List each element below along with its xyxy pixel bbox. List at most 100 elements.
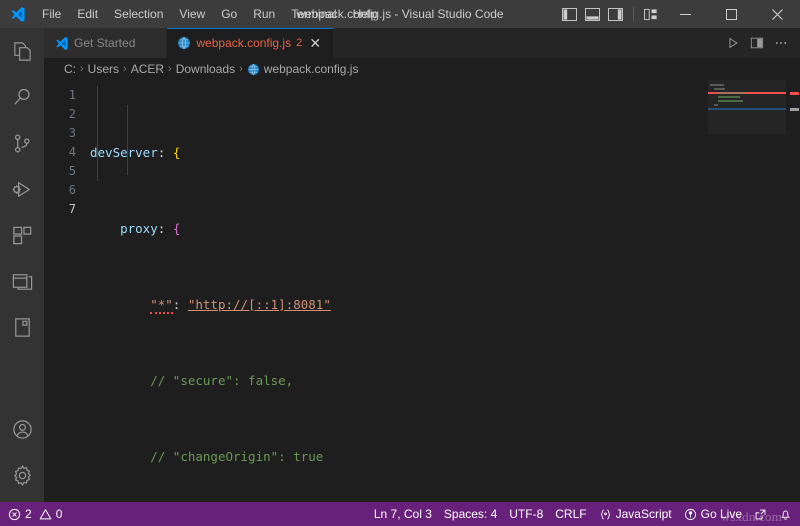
breadcrumb-item-acer[interactable]: ACER [131,62,164,76]
menu-item-file[interactable]: File [34,0,69,28]
activitybar-item-search[interactable] [0,74,44,120]
line-number: 5 [44,162,90,181]
line-number: 3 [44,124,90,143]
breadcrumb-item-users[interactable]: Users [88,62,119,76]
activity-bar [0,28,44,502]
line-number-gutter: 1 2 3 4 5 6 7 [44,80,90,502]
activity-bar-bottom [0,406,44,502]
token-colon: : [173,297,188,312]
line-number-active: 7 [44,200,90,219]
toggle-panel-icon[interactable] [584,7,601,22]
token-url-string[interactable]: "http://[::1]:8081" [188,297,331,312]
toggle-secondary-sidebar-icon[interactable] [607,7,624,22]
extensions-icon [11,224,34,247]
token-property: proxy [120,221,158,236]
vscode-logo-icon [0,6,34,23]
error-circle-icon [8,508,21,521]
error-count: 2 [25,507,32,521]
code-editor[interactable]: 1 2 3 4 5 6 7 devServer: { proxy: { [44,80,800,502]
tab-get-started[interactable]: Get Started ✕ [44,28,167,58]
warning-count: 0 [56,507,63,521]
tab-label: Get Started [74,36,135,50]
menu-item-run[interactable]: Run [245,0,283,28]
menu-item-view[interactable]: View [171,0,213,28]
toggle-primary-sidebar-icon[interactable] [561,7,578,22]
token-colon: : [158,145,173,160]
breadcrumb-item-drive[interactable]: C: [64,62,76,76]
status-open-remote-window[interactable] [748,503,773,525]
code-line-3: "*": "http://[::1]:8081" [90,295,800,314]
status-notifications[interactable] [773,503,798,525]
breadcrumb-file-label: webpack.config.js [264,62,359,76]
breadcrumb: C: › Users › ACER › Downloads › [44,58,800,80]
breadcrumb-separator: › [168,63,172,75]
activitybar-item-extensions[interactable] [0,212,44,258]
js-map-icon [177,36,191,50]
code-line-4: // "secure": false, [90,371,800,390]
minimap-line [718,100,743,102]
status-editor-encoding[interactable]: UTF-8 [503,503,549,525]
minimap-line [718,92,746,94]
maximize-button[interactable] [708,0,754,28]
source-control-icon [11,132,34,155]
minimap-line [714,104,718,106]
overview-ruler[interactable] [786,80,800,502]
code-line-2: proxy: { [90,219,800,238]
activitybar-item-manage[interactable] [0,452,44,498]
menu-item-selection[interactable]: Selection [106,0,171,28]
workbench-body: Get Started ✕ webpack.config.js 2 ✕ [0,28,800,502]
minimize-button[interactable] [662,0,708,28]
line-number: 1 [44,86,90,105]
overview-error-mark [790,92,799,95]
js-map-icon [247,63,260,76]
status-bar-left: 2 0 [0,503,68,525]
tab-webpack-config[interactable]: webpack.config.js 2 ✕ [167,28,334,58]
vscode-logo-icon [54,36,69,51]
activitybar-item-source-control[interactable] [0,120,44,166]
remote-explorer-icon [11,270,34,293]
run-code-button[interactable] [722,32,744,54]
tab-close-icon[interactable]: ✕ [307,36,323,50]
breadcrumb-item-downloads[interactable]: Downloads [176,62,235,76]
status-editor-language[interactable]: JavaScript [593,503,678,525]
breadcrumb-item-file[interactable]: webpack.config.js [247,62,359,76]
status-go-live[interactable]: Go Live [678,503,748,525]
minimap-line [718,96,740,98]
activitybar-item-todo-tree[interactable] [0,304,44,350]
menu-item-help[interactable]: Help [345,0,386,28]
status-editor-indentation[interactable]: Spaces: 4 [438,503,503,525]
activitybar-item-explorer[interactable] [0,28,44,74]
minimap-selection-line [708,108,786,110]
token-comment: // "secure": false, [150,373,293,388]
activitybar-item-run-and-debug[interactable] [0,166,44,212]
code-content[interactable]: devServer: { proxy: { "*": "http://[::1]… [90,80,800,502]
layout-divider [633,7,634,21]
js-braces-icon [599,508,612,521]
status-editor-position[interactable]: Ln 7, Col 3 [368,503,438,525]
close-button[interactable] [754,0,800,28]
activitybar-item-accounts[interactable] [0,406,44,452]
menu-item-go[interactable]: Go [213,0,245,28]
gear-icon [11,464,34,487]
token-brace: { [173,145,181,160]
menu-item-terminal[interactable]: Terminal [283,0,344,28]
line-number: 2 [44,105,90,124]
more-actions-button[interactable] [770,32,792,54]
minimap[interactable] [708,80,786,502]
activitybar-item-remote-explorer[interactable] [0,258,44,304]
code-line-1: devServer: { [90,143,800,162]
editor-area: Get Started ✕ webpack.config.js 2 ✕ [44,28,800,502]
files-icon [11,40,34,63]
split-editor-button[interactable] [746,32,768,54]
overview-cursor-mark [790,108,799,111]
status-editor-eol[interactable]: CRLF [549,503,592,525]
tab-error-badge: 2 [296,37,302,49]
window-controls [662,0,800,28]
minimap-line [714,88,725,90]
customize-layout-icon[interactable] [643,7,660,22]
menu-item-edit[interactable]: Edit [69,0,106,28]
editor-actions [722,28,800,58]
token-comment: // "changeOrigin": true [150,449,323,464]
token-key-string: "*" [150,297,173,314]
status-problems[interactable]: 2 0 [2,503,68,525]
